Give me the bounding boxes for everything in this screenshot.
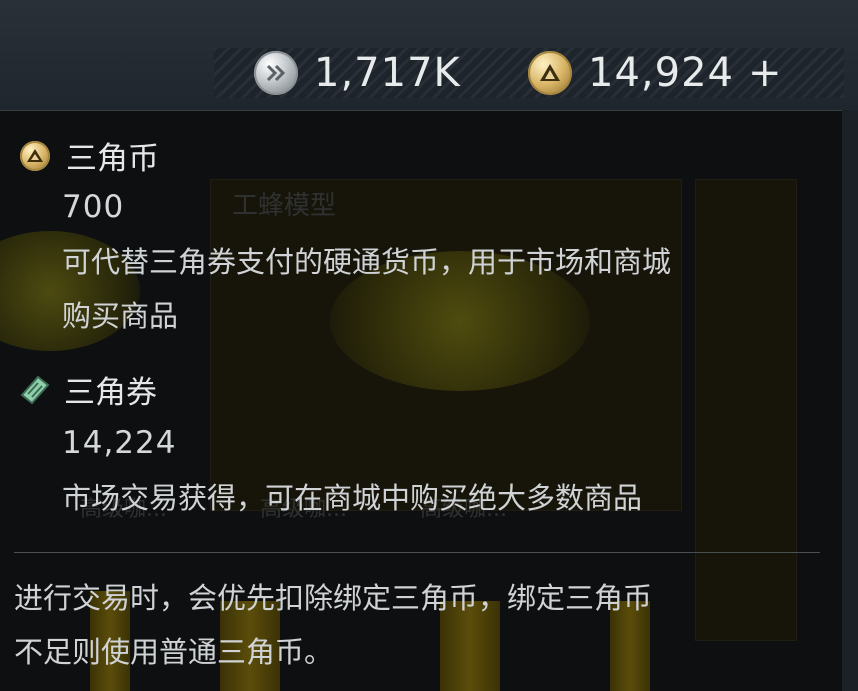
currency-tooltip: 工蜂模型 高级咖... 高级咖... 高级咖... 三角币 700 可代替三角券…	[0, 110, 842, 691]
divider	[14, 552, 820, 553]
triangle-coin-amount: 700	[62, 189, 125, 225]
tooltip-content: 三角币 700 可代替三角券支付的硬通货币，用于市场和商城 购买商品 三角券 1…	[0, 111, 842, 691]
triangle-coin-name: 三角币	[66, 141, 159, 177]
add-currency-button[interactable]: +	[748, 48, 782, 98]
deduction-note-line2: 不足则使用普通三角币。	[14, 635, 334, 669]
triangle-coin-row: 三角币	[20, 133, 159, 178]
triangle-coin-icon	[528, 51, 572, 95]
triangle-voucher-description: 市场交易获得，可在商城中购买绝大多数商品	[62, 481, 643, 515]
deduction-note-line1: 进行交易时，会优先扣除绑定三角币，绑定三角币	[14, 581, 653, 615]
triangle-coin-description-2: 购买商品	[62, 299, 179, 333]
deduction-note: 进行交易时，会优先扣除绑定三角币，绑定三角币 不足则使用普通三角币。	[14, 571, 824, 679]
triangle-coin-icon	[20, 140, 50, 171]
silver-currency-value: 1,717K	[314, 50, 461, 96]
silver-currency[interactable]: 1,717K	[254, 48, 461, 98]
gold-currency[interactable]: 14,924 +	[528, 48, 781, 98]
gold-currency-value: 14,924	[588, 50, 734, 96]
triangle-voucher-name: 三角券	[64, 375, 157, 411]
triangle-voucher-row: 三角券	[18, 367, 157, 412]
triangle-voucher-amount: 14,224	[62, 425, 177, 461]
silver-coin-icon	[254, 51, 298, 95]
triangle-coin-description: 可代替三角券支付的硬通货币，用于市场和商城	[62, 245, 672, 279]
triangle-voucher-icon	[18, 373, 52, 407]
currency-bar: 1,717K 14,924 +	[214, 48, 844, 98]
